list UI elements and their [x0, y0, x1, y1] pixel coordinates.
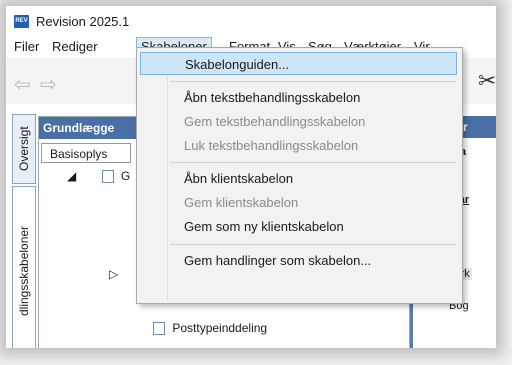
app-logo-icon: REV: [14, 15, 29, 28]
side-tab-strip: Oversigt dlingsskabeloner: [12, 114, 38, 348]
tab-handlingsskabeloner[interactable]: dlingsskabeloner: [12, 186, 36, 348]
app-window: REV Revision 2025.1 Filer Rediger Skabel…: [6, 6, 496, 348]
window-title: Revision 2025.1: [36, 14, 130, 29]
menu-item-luk-tekstskabelon[interactable]: Luk tekstbehandlingsskabelon: [140, 134, 457, 157]
expand-icon[interactable]: ◢: [67, 169, 76, 183]
scissors-icon[interactable]: ✂: [478, 68, 496, 94]
menu-item-gem-klientskabelon[interactable]: Gem klientskabelon: [140, 191, 457, 214]
menu-item-aabn-tekstskabelon[interactable]: Åbn tekstbehandlingsskabelon: [140, 86, 457, 109]
menu-separator: [170, 162, 456, 163]
menu-filer[interactable]: Filer: [10, 38, 43, 56]
menu-item-gem-handlinger-som-skabelon[interactable]: Gem handlinger som skabelon...: [140, 249, 457, 272]
collapse-arrow-icon[interactable]: ▷: [109, 267, 118, 281]
document-icon: [153, 322, 165, 336]
tree-node-label: G: [120, 169, 131, 183]
tree-item-label: Posttypeinddeling: [172, 321, 268, 335]
skabeloner-dropdown-menu: Skabelonguiden... Åbn tekstbehandlingssk…: [136, 47, 463, 304]
tree-node-g[interactable]: ◢ G: [67, 169, 131, 184]
menu-item-skabelonguiden[interactable]: Skabelonguiden...: [140, 52, 457, 75]
menu-separator: [170, 244, 456, 245]
menu-item-gem-som-ny-klientskabelon[interactable]: Gem som ny klientskabelon: [140, 215, 457, 238]
arrow-left-icon[interactable]: ⇦: [14, 72, 31, 97]
tree-item-posttypeinddeling[interactable]: Posttypeinddeling: [153, 321, 268, 336]
title-bar: REV Revision 2025.1: [6, 6, 496, 36]
menu-separator: [170, 81, 456, 82]
menu-item-aabn-klientskabelon[interactable]: Åbn klientskabelon: [140, 167, 457, 190]
arrow-right-icon[interactable]: ⇨: [40, 72, 57, 97]
tab-oversigt[interactable]: Oversigt: [12, 114, 36, 184]
menu-item-gem-tekstskabelon[interactable]: Gem tekstbehandlingsskabelon: [140, 110, 457, 133]
document-icon: [101, 170, 114, 184]
basisoplys-field[interactable]: Basisoplys: [41, 143, 131, 163]
menu-rediger[interactable]: Rediger: [48, 38, 102, 56]
